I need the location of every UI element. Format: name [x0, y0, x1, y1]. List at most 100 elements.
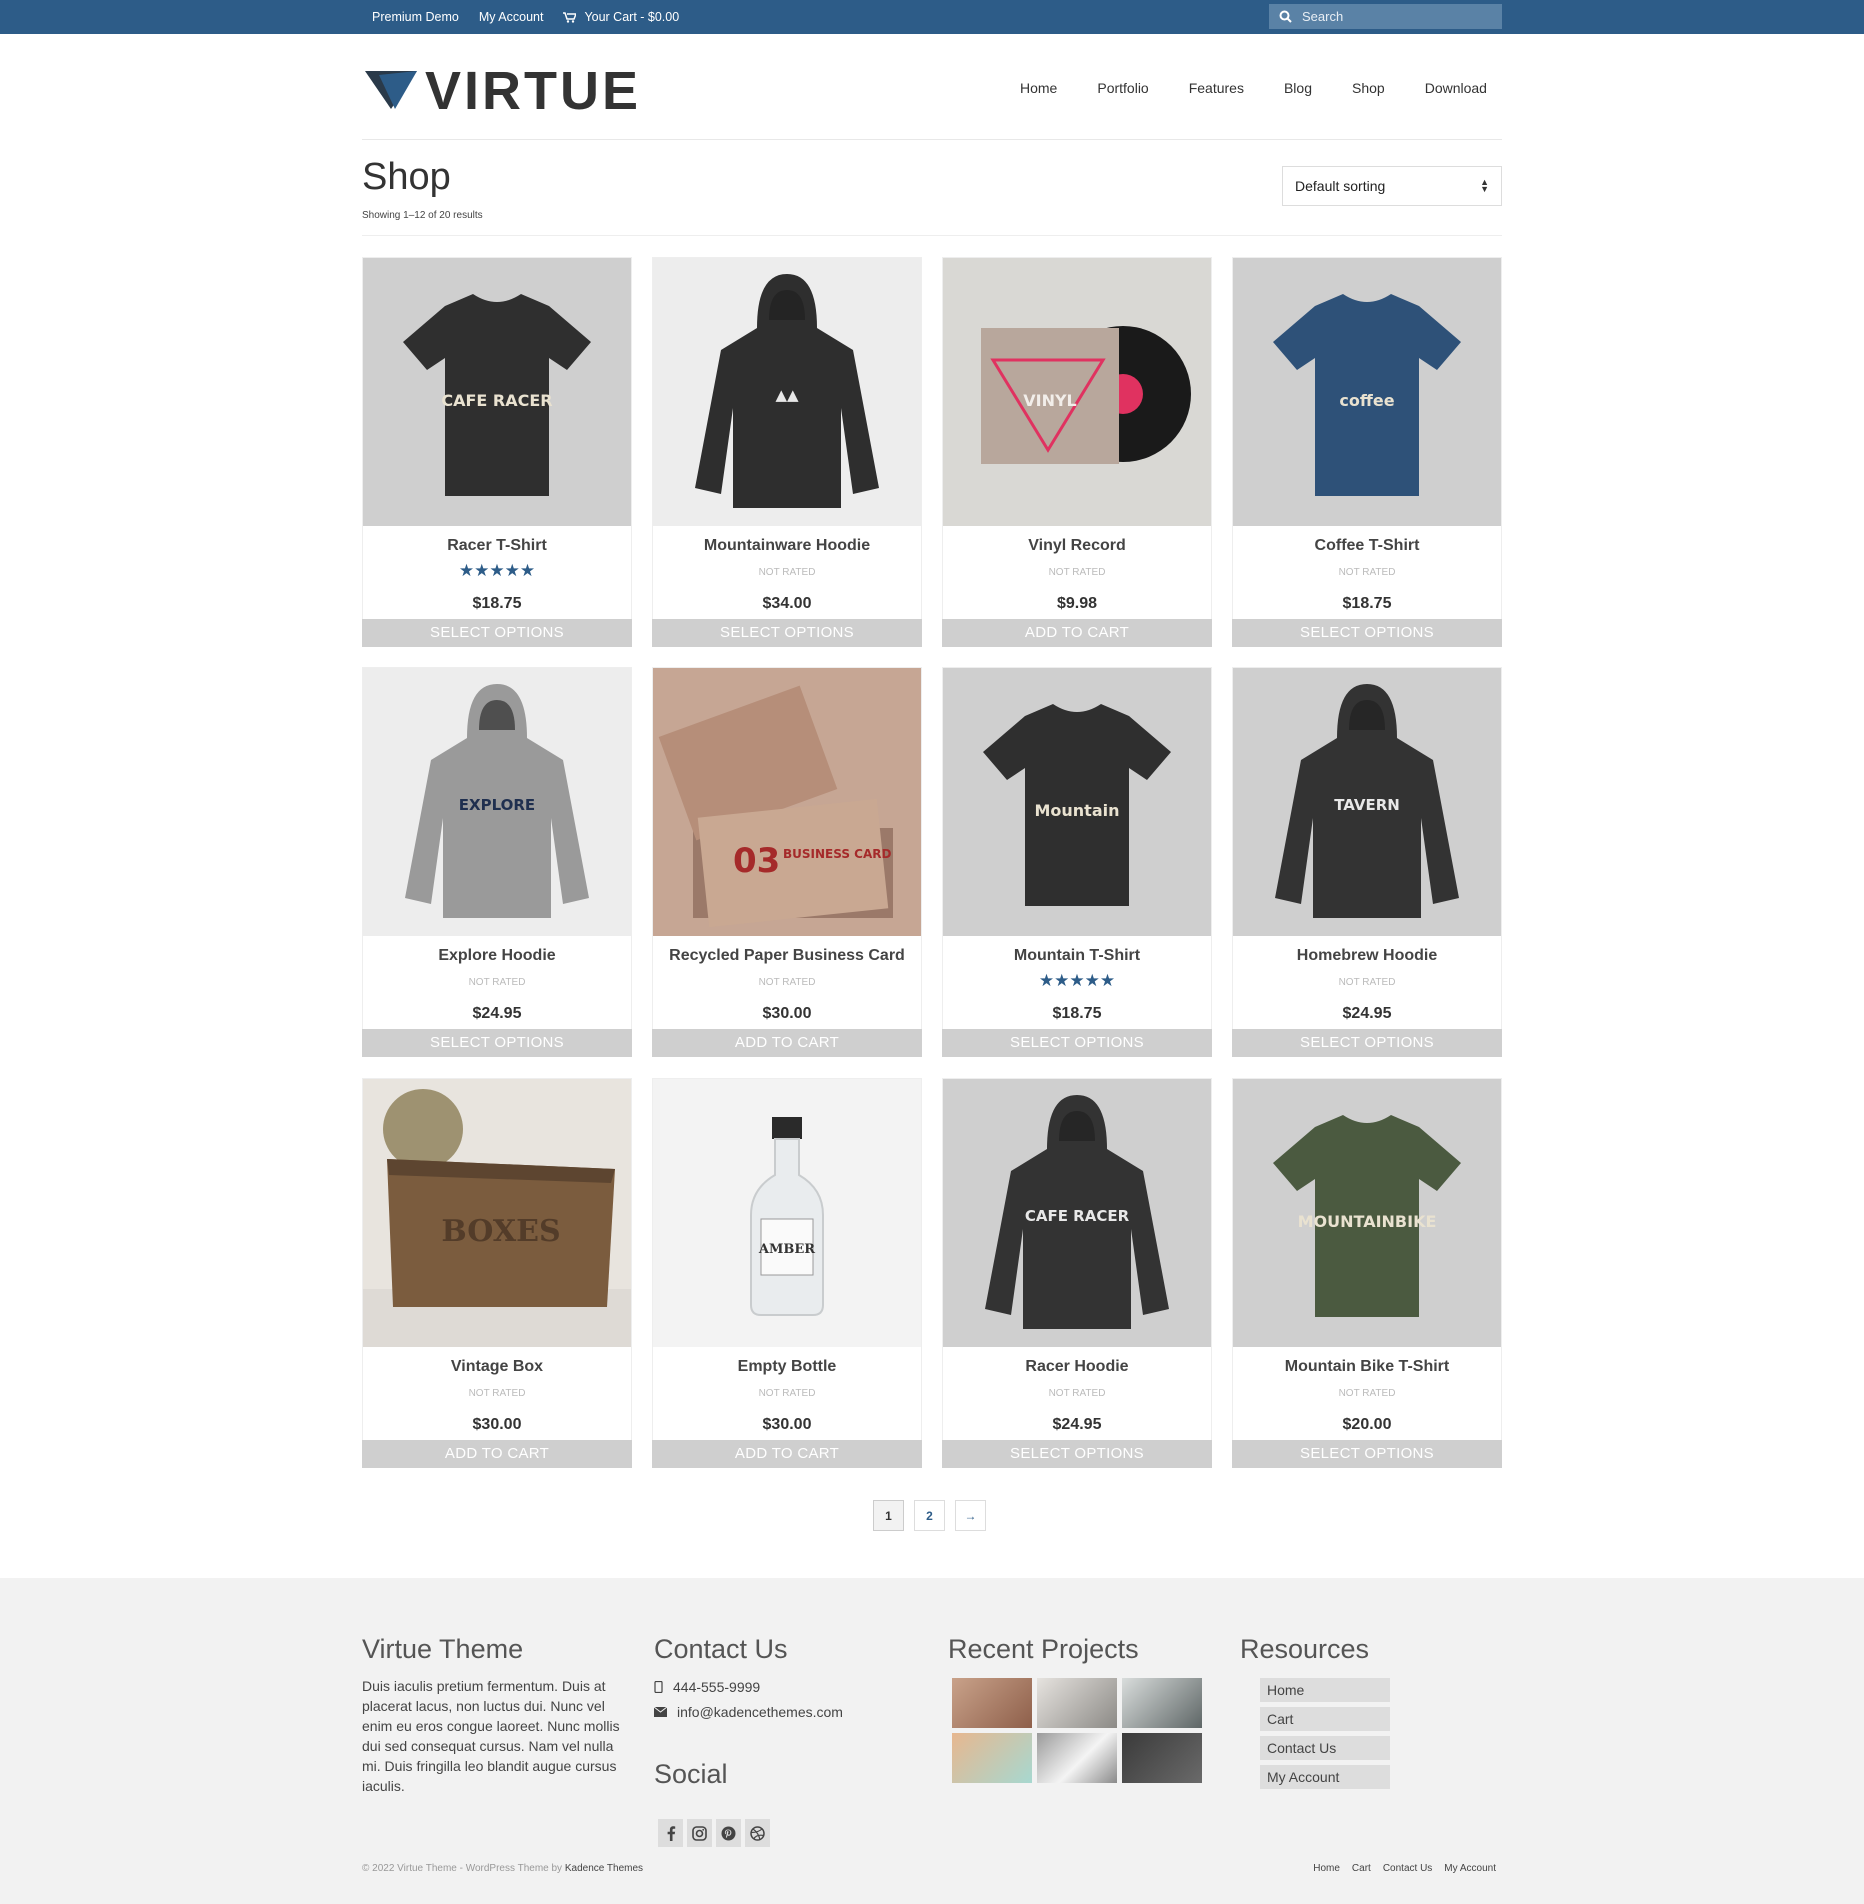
- project-thumb-2[interactable]: [1037, 1678, 1117, 1728]
- instagram-icon[interactable]: [687, 1819, 712, 1847]
- rating-label: NOT RATED: [1338, 1388, 1396, 1399]
- product-card[interactable]: EXPLORE Explore Hoodie NOT RATED $24.95 SELE…: [362, 667, 632, 1057]
- contact-email[interactable]: info@kadencethemes.com: [654, 1704, 843, 1720]
- select-options-button[interactable]: SELECT OPTIONS: [942, 1029, 1212, 1057]
- sorting-select[interactable]: Default sorting ▲ ▼: [1282, 166, 1502, 206]
- product-name[interactable]: Empty Bottle: [653, 1358, 921, 1376]
- next-page-link[interactable]: →: [955, 1500, 986, 1531]
- product-card[interactable]: VINYL Vinyl Record NOT RATED $9.98 ADD TO CA…: [942, 257, 1212, 647]
- select-options-button[interactable]: SELECT OPTIONS: [1232, 1029, 1502, 1057]
- resources-menu: Home Cart Contact Us My Account: [1260, 1678, 1390, 1789]
- product-name[interactable]: Homebrew Hoodie: [1233, 947, 1501, 965]
- product-name[interactable]: Explore Hoodie: [363, 947, 631, 965]
- resources-cart[interactable]: Cart: [1260, 1707, 1390, 1731]
- select-options-button[interactable]: SELECT OPTIONS: [362, 619, 632, 647]
- add-to-cart-button[interactable]: ADD TO CART: [362, 1440, 632, 1468]
- product-card[interactable]: CAFE RACER Racer Hoodie NOT RATED $24.95 SEL…: [942, 1078, 1212, 1468]
- pinterest-icon[interactable]: [716, 1819, 741, 1847]
- add-to-cart-button[interactable]: ADD TO CART: [942, 619, 1212, 647]
- search-icon[interactable]: [1279, 10, 1292, 23]
- product-name[interactable]: Mountainware Hoodie: [653, 537, 921, 555]
- product-price: $24.95: [1052, 1416, 1102, 1433]
- add-to-cart-button[interactable]: ADD TO CART: [652, 1029, 922, 1057]
- project-thumb-6[interactable]: [1122, 1733, 1202, 1783]
- resources-contact-us[interactable]: Contact Us: [1260, 1736, 1390, 1760]
- search-box[interactable]: [1269, 4, 1502, 29]
- svg-text:Mountain: Mountain: [1034, 801, 1119, 820]
- product-card[interactable]: ▲▲ Mountainware Hoodie NOT RATED $34.00 SELE…: [652, 257, 922, 647]
- product-image[interactable]: coffee: [1233, 258, 1501, 526]
- product-name[interactable]: Coffee T-Shirt: [1233, 537, 1501, 555]
- facebook-icon[interactable]: [658, 1819, 683, 1847]
- resources-home[interactable]: Home: [1260, 1678, 1390, 1702]
- project-thumb-1[interactable]: [952, 1678, 1032, 1728]
- search-input[interactable]: [1302, 9, 1492, 24]
- product-image[interactable]: BOXES: [363, 1079, 631, 1347]
- footer: Virtue Theme Duis iaculis pretium fermen…: [0, 1578, 1864, 1904]
- product-image[interactable]: MOUNTAINBIKE: [1233, 1079, 1501, 1347]
- product-card[interactable]: MOUNTAINBIKE Mountain Bike T-Shirt NOT RAT…: [1232, 1078, 1502, 1468]
- kadence-themes-link[interactable]: Kadence Themes: [565, 1863, 643, 1874]
- product-price: $34.00: [762, 595, 812, 612]
- project-thumb-4[interactable]: [952, 1733, 1032, 1783]
- select-options-button[interactable]: SELECT OPTIONS: [1232, 1440, 1502, 1468]
- footer-nav-my-account[interactable]: My Account: [1444, 1863, 1496, 1874]
- premium-demo-link[interactable]: Premium Demo: [372, 10, 459, 24]
- my-account-link[interactable]: My Account: [479, 10, 544, 24]
- project-thumb-5[interactable]: [1037, 1733, 1117, 1783]
- product-card[interactable]: AMBER Empty Bottle NOT RATED $30.00 ADD TO C…: [652, 1078, 922, 1468]
- product-name[interactable]: Vintage Box: [363, 1358, 631, 1376]
- rating-label: NOT RATED: [758, 977, 816, 988]
- product-name[interactable]: Mountain Bike T-Shirt: [1233, 1358, 1501, 1376]
- site-logo[interactable]: VIRTUE: [365, 64, 641, 118]
- resources-my-account[interactable]: My Account: [1260, 1765, 1390, 1789]
- page-2-link[interactable]: 2: [914, 1500, 945, 1531]
- product-card[interactable]: TAVERN Homebrew Hoodie NOT RATED $24.95 SELE…: [1232, 667, 1502, 1057]
- star-rating-icon: ★★★★★: [1038, 971, 1116, 990]
- product-price: $18.75: [472, 595, 522, 612]
- product-image[interactable]: CAFE RACER: [943, 1079, 1211, 1347]
- dribbble-icon[interactable]: [745, 1819, 770, 1847]
- nav-blog[interactable]: Blog: [1264, 80, 1332, 96]
- product-image[interactable]: 03 BUSINESS CARD: [653, 668, 921, 936]
- product-card[interactable]: BOXES Vintage Box NOT RATED $30.00 ADD TO CA…: [362, 1078, 632, 1468]
- nav-features[interactable]: Features: [1169, 80, 1264, 96]
- product-card[interactable]: CAFE RACER Racer T-Shirt ★★★★★ $18.75 SELECT…: [362, 257, 632, 647]
- product-image[interactable]: TAVERN: [1233, 668, 1501, 936]
- select-options-button[interactable]: SELECT OPTIONS: [942, 1440, 1212, 1468]
- nav-portfolio[interactable]: Portfolio: [1077, 80, 1168, 96]
- product-image[interactable]: VINYL: [943, 258, 1211, 526]
- product-name[interactable]: Racer Hoodie: [943, 1358, 1211, 1376]
- svg-text:CAFE RACER: CAFE RACER: [441, 391, 552, 410]
- page-1-link[interactable]: 1: [873, 1500, 904, 1531]
- nav-download[interactable]: Download: [1405, 80, 1507, 96]
- rating-label: NOT RATED: [1048, 567, 1106, 578]
- product-image[interactable]: CAFE RACER: [363, 258, 631, 526]
- product-card[interactable]: coffee Coffee T-Shirt NOT RATED $18.75 SELEC…: [1232, 257, 1502, 647]
- footer-contact-title: Contact Us: [654, 1634, 788, 1664]
- product-name[interactable]: Vinyl Record: [943, 537, 1211, 555]
- select-options-button[interactable]: SELECT OPTIONS: [362, 1029, 632, 1057]
- product-image[interactable]: ▲▲: [653, 258, 921, 526]
- nav-home[interactable]: Home: [1000, 80, 1077, 96]
- add-to-cart-button[interactable]: ADD TO CART: [652, 1440, 922, 1468]
- nav-shop[interactable]: Shop: [1332, 80, 1405, 96]
- select-options-button[interactable]: SELECT OPTIONS: [652, 619, 922, 647]
- product-card[interactable]: Mountain Mountain T-Shirt ★★★★★ $18.75 SELEC…: [942, 667, 1212, 1057]
- product-name[interactable]: Mountain T-Shirt: [943, 947, 1211, 965]
- project-thumb-3[interactable]: [1122, 1678, 1202, 1728]
- footer-nav-cart[interactable]: Cart: [1352, 1863, 1371, 1874]
- select-options-button[interactable]: SELECT OPTIONS: [1232, 619, 1502, 647]
- product-image[interactable]: EXPLORE: [363, 668, 631, 936]
- product-price: $18.75: [1052, 1005, 1102, 1022]
- product-name[interactable]: Racer T-Shirt: [363, 537, 631, 555]
- product-image[interactable]: AMBER: [653, 1079, 921, 1347]
- footer-nav-contact-us[interactable]: Contact Us: [1383, 1863, 1432, 1874]
- product-name[interactable]: Recycled Paper Business Card: [653, 947, 921, 965]
- footer-nav-home[interactable]: Home: [1313, 1863, 1340, 1874]
- svg-text:BUSINESS CARD: BUSINESS CARD: [783, 847, 891, 861]
- product-card[interactable]: 03 BUSINESS CARD Recycled Paper Business C…: [652, 667, 922, 1057]
- product-price: $9.98: [1056, 595, 1098, 612]
- cart-link[interactable]: Your Cart - $0.00: [563, 10, 679, 24]
- product-image[interactable]: Mountain: [943, 668, 1211, 936]
